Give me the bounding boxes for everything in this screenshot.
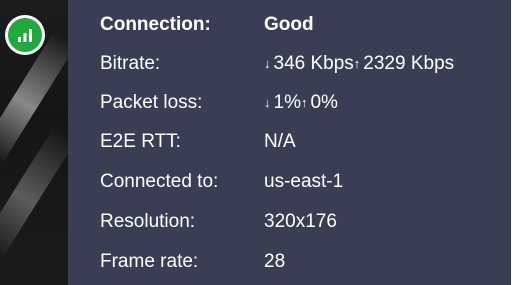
stat-label-frame-rate: Frame rate: (100, 251, 199, 272)
stat-value-packet-loss: ↓ 1%↑ 0% (264, 88, 338, 119)
stat-label-rtt: E2E RTT: (100, 131, 181, 152)
stat-value-frame-rate: 28 (264, 251, 286, 272)
packet-loss-down: 1% (273, 92, 301, 113)
upload-arrow-icon: ↑ (353, 56, 361, 71)
stat-label-packet-loss: Packet loss: (100, 92, 203, 113)
stat-label-connection: Connection: (100, 14, 211, 35)
stat-value-connected-to: us-east-1 (264, 171, 344, 192)
stat-value-resolution: 320x176 (264, 211, 337, 232)
stat-value-bitrate: ↓ 346 Kbps↑ 2329 Kbps (264, 49, 454, 80)
stat-label-resolution: Resolution: (100, 211, 196, 232)
connection-stats-view: Connection: Good Bitrate: ↓ 346 Kbps↑ 2329… (0, 0, 517, 285)
bitrate-up: 2329 Kbps (363, 53, 455, 74)
stat-label-connected-to: Connected to: (100, 171, 219, 192)
upload-arrow-icon: ↑ (300, 95, 308, 110)
connection-quality-badge[interactable] (8, 18, 42, 52)
download-arrow-icon: ↓ (264, 56, 271, 71)
panel-edge (511, 0, 517, 285)
signal-bars-icon (18, 29, 32, 42)
bitrate-down: 346 Kbps (273, 53, 354, 74)
stat-value-rtt: N/A (264, 131, 296, 152)
stat-label-bitrate: Bitrate: (100, 53, 161, 74)
packet-loss-up: 0% (310, 92, 338, 113)
stat-value-connection: Good (264, 14, 314, 35)
download-arrow-icon: ↓ (264, 95, 271, 110)
